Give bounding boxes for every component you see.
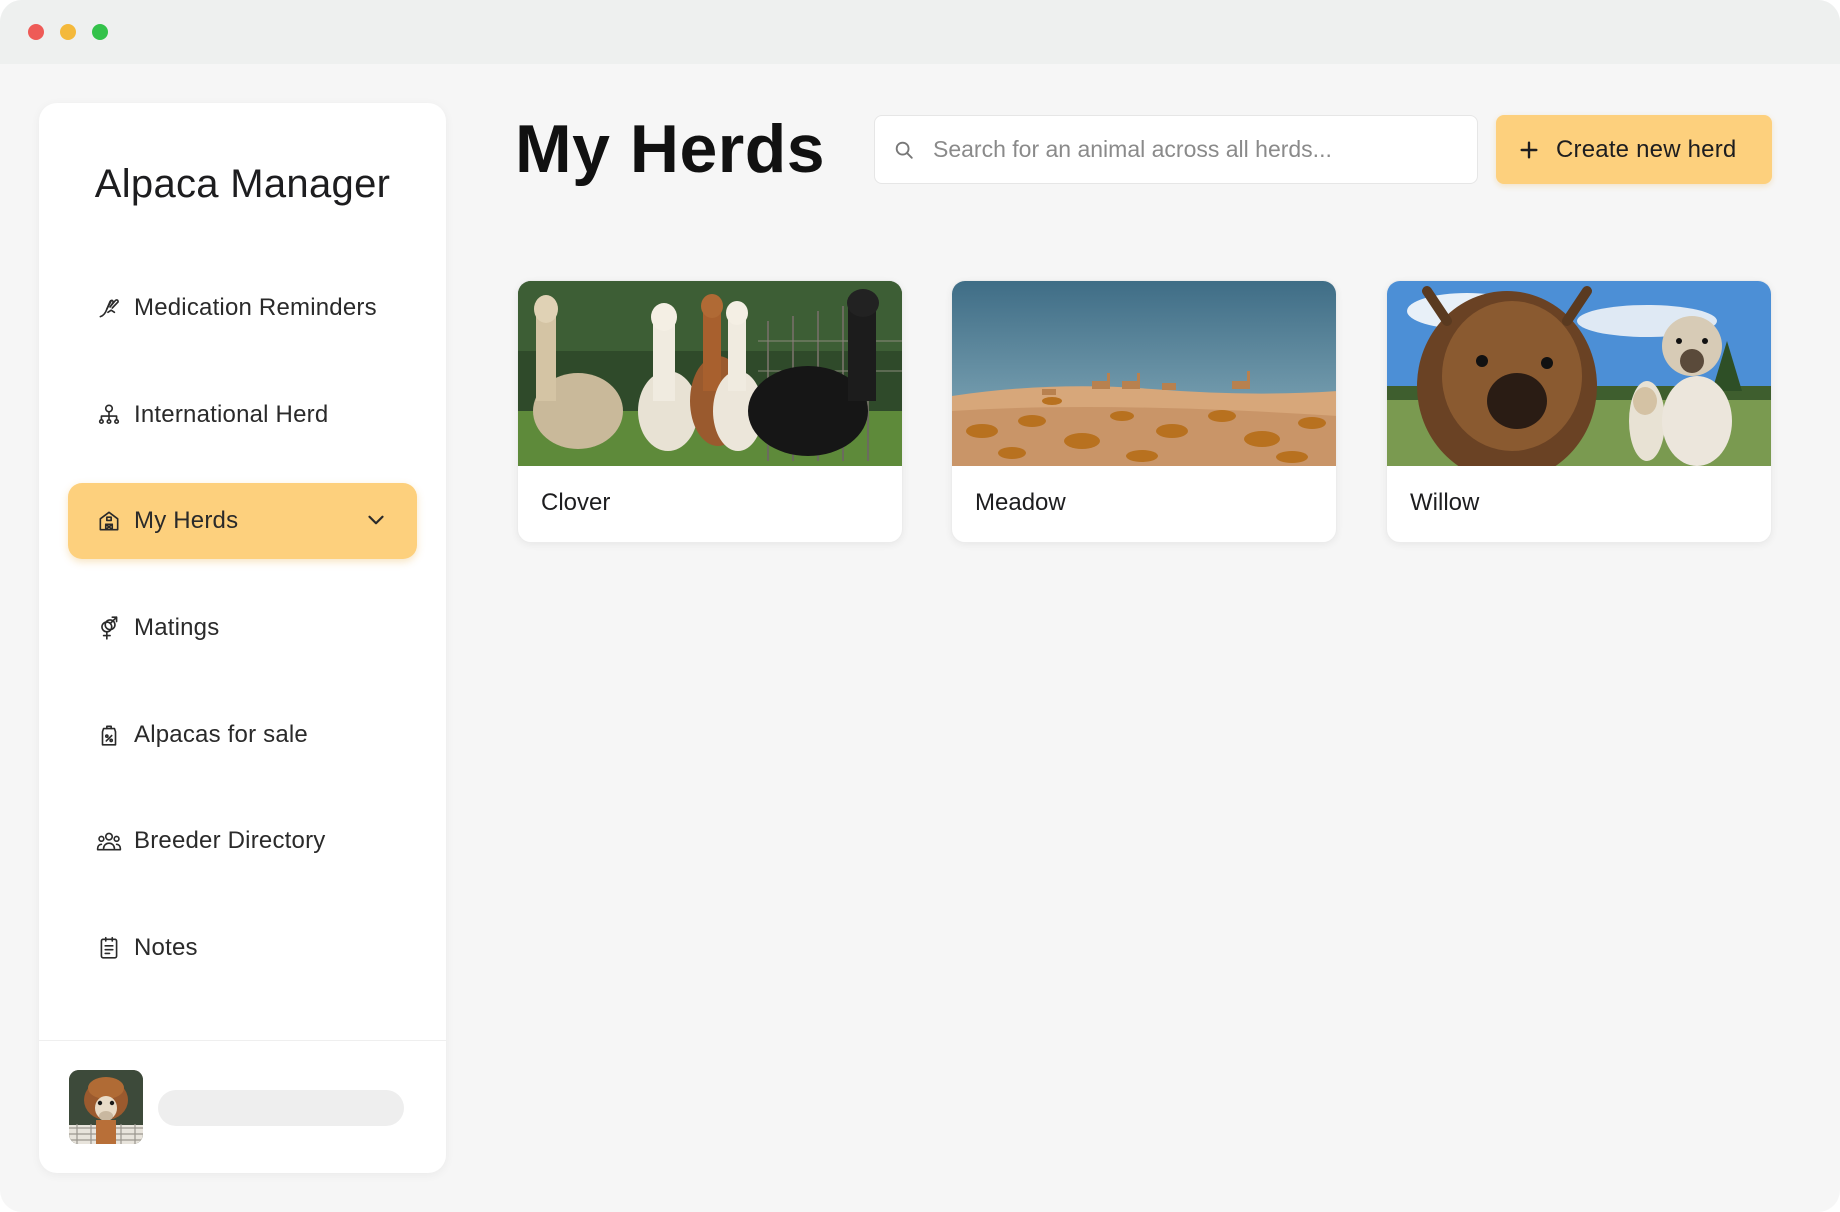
herd-card-meadow[interactable]: Meadow: [951, 280, 1337, 543]
sidebar-item-label: Alpacas for sale: [134, 721, 308, 748]
create-new-herd-label: Create new herd: [1556, 135, 1737, 163]
app-window: Alpaca Manager Medication Reminders Inte…: [0, 0, 1840, 1212]
sidebar-item-label: Notes: [134, 934, 198, 961]
app-title: Alpaca Manager: [94, 162, 391, 206]
notes-icon: [96, 935, 122, 961]
sidebar-item-label: Medication Reminders: [134, 294, 377, 321]
search-input[interactable]: [933, 116, 1463, 183]
page-title: My Herds: [515, 111, 826, 187]
barn-icon: [96, 508, 122, 534]
minimize-window-button[interactable]: [60, 24, 76, 40]
chevron-down-icon[interactable]: [363, 507, 389, 533]
herd-photo: [1387, 281, 1771, 466]
medication-icon: [96, 295, 122, 321]
herd-name: Meadow: [975, 489, 1066, 516]
herd-name: Willow: [1410, 489, 1480, 516]
sidebar-item-matings[interactable]: Matings: [68, 590, 417, 666]
sidebar-divider: [39, 1040, 446, 1041]
window-titlebar: [0, 0, 1840, 64]
herd-photo: [952, 281, 1336, 466]
search-icon: [895, 141, 913, 159]
herd-name: Clover: [541, 489, 611, 516]
user-name-placeholder: [158, 1090, 404, 1126]
search-bar[interactable]: [874, 115, 1478, 184]
sidebar-item-label: International Herd: [134, 401, 329, 428]
herd-card-clover[interactable]: Clover: [517, 280, 903, 543]
herd-card-willow[interactable]: Willow: [1386, 280, 1772, 543]
sidebar-item-breeder-directory[interactable]: Breeder Directory: [68, 803, 417, 879]
sidebar-item-label: Breeder Directory: [134, 827, 326, 854]
maximize-window-button[interactable]: [92, 24, 108, 40]
user-avatar[interactable]: [69, 1070, 143, 1144]
sidebar-item-medication-reminders[interactable]: Medication Reminders: [68, 270, 417, 346]
price-tag-icon: [96, 722, 122, 748]
sidebar-item-notes[interactable]: Notes: [68, 910, 417, 986]
create-new-herd-button[interactable]: Create new herd: [1496, 115, 1772, 184]
sidebar-item-alpacas-for-sale[interactable]: Alpacas for sale: [68, 697, 417, 773]
sidebar-item-label: My Herds: [134, 507, 239, 534]
sidebar-item-label: Matings: [134, 614, 220, 641]
sidebar-item-my-herds[interactable]: My Herds: [68, 483, 417, 559]
plus-icon: [1520, 140, 1538, 159]
group-icon: [96, 828, 122, 854]
network-icon: [96, 402, 122, 428]
sidebar-item-international-herd[interactable]: International Herd: [68, 377, 417, 453]
gender-icon: [96, 615, 122, 641]
close-window-button[interactable]: [28, 24, 44, 40]
herd-photo: [518, 281, 902, 466]
